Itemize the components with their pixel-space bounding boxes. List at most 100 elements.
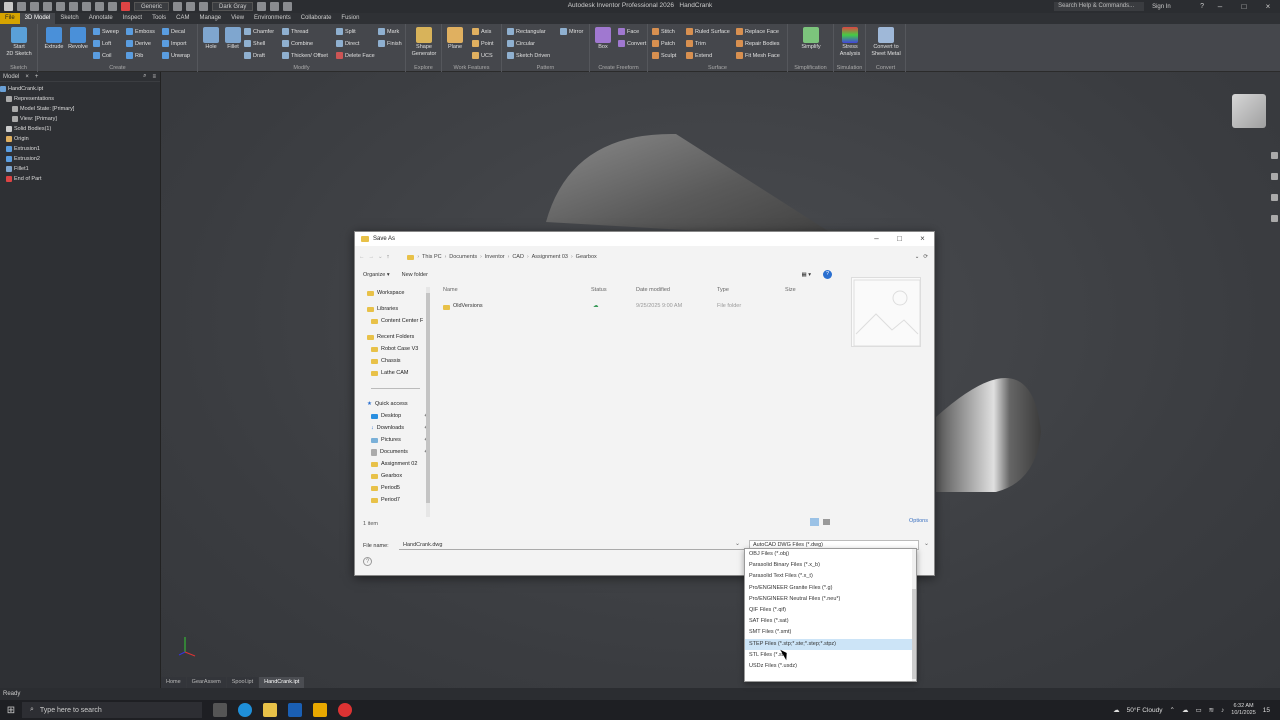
- nav-documents[interactable]: Documents✦: [359, 446, 428, 458]
- breadcrumb[interactable]: › This PC › Documents › Inventor › CAD › Ass…: [407, 254, 597, 260]
- app-menu-icon[interactable]: [4, 2, 13, 11]
- clock[interactable]: 6:32 AM 10/1/2025: [1231, 703, 1255, 717]
- dropdown-scrollbar-thumb[interactable]: [912, 589, 916, 679]
- measure-icon[interactable]: [199, 2, 209, 11]
- volume-icon[interactable]: ♪: [1221, 707, 1224, 714]
- plane-button[interactable]: Plane: [442, 27, 468, 51]
- maximize-button[interactable]: □: [1236, 0, 1252, 13]
- direct-button[interactable]: Direct: [336, 40, 359, 47]
- derive-button[interactable]: Derive: [126, 40, 151, 47]
- breadcrumb-documents[interactable]: Documents: [449, 254, 477, 260]
- adjust-icon[interactable]: [257, 2, 267, 11]
- options-button[interactable]: Options: [909, 518, 928, 524]
- dd-item-usdz[interactable]: USDz Files (*.usdz): [745, 661, 916, 672]
- nav-libraries[interactable]: Libraries: [359, 303, 428, 315]
- fit-mesh-face-button[interactable]: Fit Mesh Face: [736, 52, 780, 59]
- dd-item-parasolid-binary[interactable]: Parasolid Binary Files (*.x_b): [745, 560, 916, 571]
- sketch-driven-button[interactable]: Sketch Driven: [507, 52, 550, 59]
- nav-period7[interactable]: Period7: [359, 494, 428, 506]
- file-explorer-icon[interactable]: [263, 703, 277, 717]
- ucs-button[interactable]: UCS: [472, 52, 493, 59]
- extend-button[interactable]: Extend: [686, 52, 712, 59]
- nav-downloads[interactable]: ↓Downloads✦: [359, 422, 428, 434]
- replace-face-button[interactable]: Replace Face: [736, 28, 779, 35]
- circular-button[interactable]: Circular: [507, 40, 535, 47]
- tab-manage[interactable]: Manage: [194, 13, 226, 24]
- tree-item-end-of-part[interactable]: End of Part: [0, 174, 160, 184]
- full-nav-wheel-icon[interactable]: [1270, 152, 1278, 159]
- tiles-view-icon[interactable]: [823, 519, 830, 525]
- viewcube[interactable]: [1232, 94, 1266, 128]
- dd-item-obj[interactable]: OBJ Files (*.obj): [745, 549, 916, 560]
- appearance-select[interactable]: Generic: [134, 2, 170, 11]
- tab-environments[interactable]: Environments: [249, 13, 296, 24]
- doc-tab-home[interactable]: Home: [161, 677, 186, 688]
- search-icon[interactable]: ⌕: [143, 73, 146, 80]
- up-arrow-icon[interactable]: ↑: [387, 254, 390, 260]
- sculpt-button[interactable]: Sculpt: [652, 52, 676, 59]
- tree-item-extrusion1[interactable]: Extrusion1: [0, 144, 160, 154]
- convert-button[interactable]: Convert: [618, 40, 646, 47]
- refresh-icon[interactable]: ⟳: [923, 254, 932, 260]
- tab-fusion[interactable]: Fusion: [336, 13, 364, 24]
- dialog-maximize-button[interactable]: □: [888, 232, 911, 246]
- orbit-icon[interactable]: [1270, 215, 1278, 222]
- dd-item-qif[interactable]: QIF Files (*.qif): [745, 605, 916, 616]
- tray-chevron-icon[interactable]: ⌃: [1169, 706, 1174, 714]
- theme-select[interactable]: Dark Gray: [212, 2, 254, 11]
- doc-tab-spool[interactable]: Spool.ipt: [226, 677, 259, 688]
- nav-recent-folders[interactable]: Recent Folders: [359, 331, 428, 343]
- details-view-icon[interactable]: [810, 518, 819, 526]
- breadcrumb-inventor[interactable]: Inventor: [485, 254, 505, 260]
- nav-recent-robot-case[interactable]: Robot Case V3: [359, 343, 428, 355]
- breadcrumb-cad[interactable]: CAD: [512, 254, 524, 260]
- chrome-icon[interactable]: [338, 703, 352, 717]
- start-button[interactable]: ⊞: [0, 705, 22, 716]
- close-doc-icon[interactable]: [121, 2, 130, 11]
- start-2d-sketch-button[interactable]: Start 2D Sketch: [6, 27, 32, 58]
- onedrive-icon[interactable]: ☁: [1182, 706, 1189, 714]
- fillet-button[interactable]: Fillet: [220, 27, 246, 51]
- tree-item-extrusion2[interactable]: Extrusion2: [0, 154, 160, 164]
- column-name[interactable]: Name: [443, 287, 458, 293]
- nav-recent-lathe-cam[interactable]: Lathe CAM: [359, 367, 428, 379]
- doc-tab-handcrank[interactable]: HandCrank.ipt: [259, 677, 305, 688]
- tab-cam[interactable]: CAM: [171, 13, 194, 24]
- combine-button[interactable]: Combine: [282, 40, 313, 47]
- nav-pictures[interactable]: Pictures✦: [359, 434, 428, 446]
- menu-icon[interactable]: ≡: [152, 74, 160, 80]
- home-icon[interactable]: [82, 2, 91, 11]
- dd-item-proe-neutral[interactable]: Pro/ENGINEER Neutral Files (*.neu*): [745, 594, 916, 605]
- tree-item-fillet1[interactable]: Fillet1: [0, 164, 160, 174]
- nav-period5[interactable]: Period5: [359, 482, 428, 494]
- axis-button[interactable]: Axis: [472, 28, 491, 35]
- tree-item-origin[interactable]: Origin: [0, 134, 160, 144]
- undo-icon[interactable]: [56, 2, 65, 11]
- tree-item-part[interactable]: HandCrank.ipt: [0, 84, 160, 94]
- dd-item-sat[interactable]: SAT Files (*.sat): [745, 616, 916, 627]
- column-date-modified[interactable]: Date modified: [636, 287, 670, 293]
- dd-item-proe-granite[interactable]: Pro/ENGINEER Granite Files (*.g): [745, 583, 916, 594]
- box-button[interactable]: Box: [590, 27, 616, 51]
- material-icon[interactable]: [173, 2, 183, 11]
- tab-annotate[interactable]: Annotate: [84, 13, 118, 24]
- stitch-button[interactable]: Stitch: [652, 28, 675, 35]
- wifi-icon[interactable]: ≋: [1209, 706, 1214, 714]
- save-icon[interactable]: [43, 2, 52, 11]
- edge-icon[interactable]: [238, 703, 252, 717]
- delete-face-button[interactable]: Delete Face: [336, 52, 375, 59]
- tab-tools[interactable]: Tools: [147, 13, 171, 24]
- point-button[interactable]: Point: [472, 40, 494, 47]
- dd-item-smt[interactable]: SMT Files (*.smt): [745, 627, 916, 638]
- pan-icon[interactable]: [1270, 173, 1278, 180]
- face-button[interactable]: Face: [618, 28, 639, 35]
- nav-desktop[interactable]: Desktop✦: [359, 410, 428, 422]
- trim-button[interactable]: Trim: [686, 40, 706, 47]
- sweep-button[interactable]: Sweep: [93, 28, 119, 35]
- new-folder-button[interactable]: New folder: [402, 272, 428, 278]
- notification-badge[interactable]: 15: [1263, 707, 1270, 714]
- convert-to-sheet-metal-button[interactable]: Convert to Sheet Metal: [870, 27, 902, 58]
- tab-inspect[interactable]: Inspect: [118, 13, 147, 24]
- column-size[interactable]: Size: [785, 287, 796, 293]
- dialog-minimize-button[interactable]: –: [865, 232, 888, 246]
